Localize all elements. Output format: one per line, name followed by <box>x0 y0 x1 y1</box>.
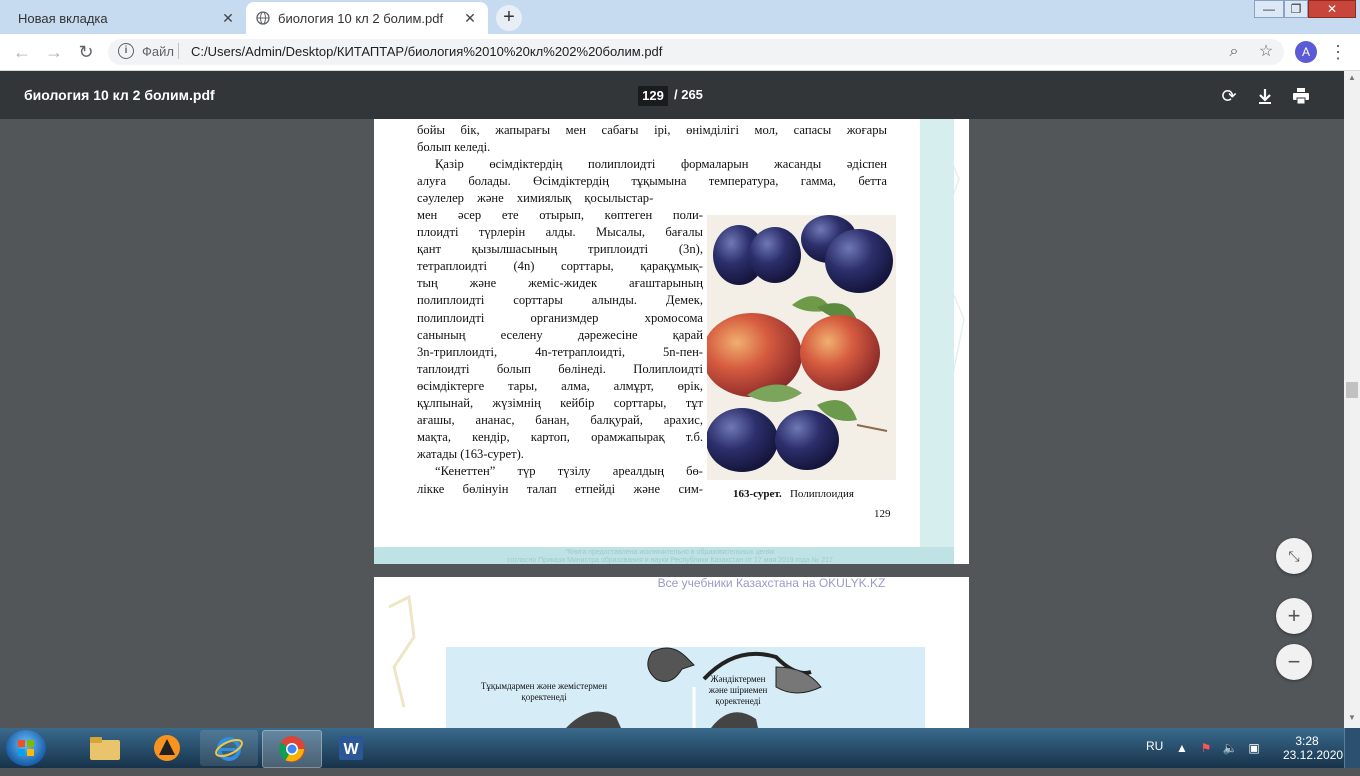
text-line: 3n-триплоидті, 4n-тетраплоидті, 5n-пен- <box>417 344 703 359</box>
text-line: полиплоидті сорттары алынды. Демек, <box>417 293 703 308</box>
text-line: жатады (163-сурет). <box>417 447 524 462</box>
page-total: / 265 <box>674 87 703 102</box>
diagram-label-left: Тұқымдармен және жемістермен қоректенеді <box>474 681 614 703</box>
text-line: “Кенеттен” түр түзілу ареалдың бө- <box>435 464 703 479</box>
text-line: Қазір өсімдіктердің полиплоидті формалар… <box>435 157 887 172</box>
beak-diagram: Тұқымдармен және жемістермен қоректенеді… <box>446 647 925 728</box>
explorer-icon[interactable] <box>76 730 134 766</box>
network-icon[interactable]: ▣ <box>1246 740 1262 756</box>
figure-caption: 163-сурет. Полиплоидия <box>733 488 854 500</box>
menu-kebab-icon[interactable]: ⋮ <box>1326 40 1350 64</box>
info-icon[interactable]: i <box>118 43 134 59</box>
print-icon[interactable] <box>1289 84 1313 108</box>
label-line: қоректенеді <box>715 696 761 706</box>
text-line: таплоидті болып бөлінеді. Полиплоидті <box>417 361 703 376</box>
avast-icon[interactable] <box>138 730 196 766</box>
scrollbar-thumb[interactable] <box>1346 382 1358 398</box>
maximize-button[interactable]: ❐ <box>1284 0 1308 18</box>
okulyk-watermark: Все учебники Казахстана на OKULYK.KZ <box>657 576 886 590</box>
show-desktop-button[interactable] <box>1344 728 1360 768</box>
text-line: полиплоидті организмдер хромосома <box>417 310 703 325</box>
scroll-up-arrow[interactable]: ▲ <box>1346 73 1358 85</box>
language-indicator[interactable]: RU <box>1146 739 1163 753</box>
back-button[interactable]: ← <box>10 40 34 64</box>
scheme-label: Файл <box>142 44 174 59</box>
vertical-scrollbar[interactable] <box>1344 71 1360 728</box>
text-line: болып келеді. <box>417 140 491 155</box>
reload-button[interactable]: ↻ <box>74 40 98 64</box>
text-line: мен әсер ете отырып, көптеген поли- <box>417 208 703 222</box>
clock[interactable]: 3:28 23.12.2020 <box>1283 734 1344 762</box>
tab-label: биология 10 кл 2 болим.pdf <box>278 10 444 26</box>
text-line: тетраплоидті (4n) сорттары, қарақұмық- <box>417 259 703 274</box>
text-line: тың және жеміс-жидек ағаштарының <box>417 276 703 291</box>
clock-time: 3:28 <box>1295 734 1319 748</box>
text-line: қант қызылшасының триплоидті (3n), <box>417 242 703 257</box>
zoom-out-button[interactable]: − <box>1276 644 1312 680</box>
watermark-text: "Книга предоставлена исключительно в обр… <box>390 549 950 565</box>
watermark-line: "Книга предоставлена исключительно в обр… <box>565 549 775 556</box>
text-line: плоидті түрлерін алды. Мысалы, бағалы <box>417 225 703 240</box>
forward-button[interactable]: → <box>42 40 66 64</box>
label-line: қоректенеді <box>521 692 567 702</box>
text-column-top: бойы бік, жапырағы мен сабағы ірі, өнімд… <box>417 122 887 207</box>
text-line: ағашы, ананас, банан, балқурай, арахис, <box>417 413 703 428</box>
chrome-icon[interactable] <box>262 730 322 768</box>
caption-number: 163-сурет. <box>733 488 782 500</box>
text-line: мақта, кендір, картоп, орамжапырақ т.б. <box>417 430 703 445</box>
printed-page-number: 129 <box>874 508 891 520</box>
document-title: биология 10 кл 2 болим.pdf <box>24 87 215 103</box>
page-number-input[interactable]: 129 <box>638 86 668 106</box>
label-line: Тұқымдармен және жемістермен <box>480 681 608 691</box>
volume-icon[interactable]: 🔈 <box>1222 740 1238 756</box>
tray-expand-icon[interactable]: ▲ <box>1174 740 1190 756</box>
caption-text: Полиплоидия <box>789 488 854 500</box>
label-line: Жәндіктермен <box>710 674 766 684</box>
text-line: өсімдіктерге тары, алма, алмұрт, өрік, <box>417 378 703 393</box>
url-text[interactable]: C:/Users/Admin/Desktop/КИТАПТАР/биология… <box>191 44 662 59</box>
avatar[interactable]: A <box>1295 41 1317 63</box>
minimize-button[interactable]: — <box>1254 0 1284 18</box>
text-line: бойы бік, жапырағы мен сабағы ірі, өнімд… <box>417 123 887 137</box>
internet-explorer-icon[interactable] <box>200 730 258 766</box>
tab-new-tab[interactable]: Новая вкладка ✕ <box>8 2 246 34</box>
page-side-decoration <box>920 119 954 564</box>
window-close-button[interactable]: ✕ <box>1308 0 1356 18</box>
flag-icon[interactable]: ⚑ <box>1198 740 1214 756</box>
watermark-line: согласно Приказа Министра образования и … <box>507 557 833 564</box>
close-icon[interactable]: ✕ <box>462 10 478 27</box>
plus-icon: + <box>503 6 515 28</box>
text-line: санының еселену дәрежесіне қарай <box>417 327 703 342</box>
globe-icon <box>256 11 270 25</box>
plum-illustration <box>707 215 896 480</box>
close-icon[interactable]: ✕ <box>220 10 236 27</box>
rotate-icon[interactable]: ⟳ <box>1217 84 1241 108</box>
tab-pdf[interactable]: биология 10 кл 2 болим.pdf ✕ <box>246 2 488 34</box>
zoom-in-button[interactable]: + <box>1276 598 1312 634</box>
new-tab-button[interactable]: + <box>496 5 522 31</box>
text-line: құлпынай, жүзімнің кейбір сорттары, тұт <box>417 396 703 411</box>
clock-date: 23.12.2020 <box>1283 748 1344 762</box>
download-icon[interactable] <box>1253 84 1277 108</box>
word-icon[interactable]: W <box>322 730 380 766</box>
diagram-label-right: Жәндіктермен және шіриемен қоректенеді <box>698 674 778 707</box>
start-button[interactable] <box>6 730 46 766</box>
scroll-down-arrow[interactable]: ▼ <box>1346 713 1358 725</box>
label-line: және шіриемен <box>708 685 768 695</box>
zoom-icon[interactable]: ⌕ <box>1222 40 1246 64</box>
tab-label: Новая вкладка <box>18 10 108 26</box>
bookmark-star-icon[interactable]: ☆ <box>1254 40 1278 64</box>
text-column-narrow: мен әсер ете отырып, көптеген поли- плои… <box>417 207 703 498</box>
text-line: алуға болады. Өсімдіктердің тұқымына тем… <box>417 174 887 189</box>
omnibox-divider <box>178 43 179 59</box>
svg-text:W: W <box>343 741 359 758</box>
fit-page-button[interactable]: ⤡ <box>1276 538 1312 574</box>
text-line: сәулелер және химиялық қосылыстар- <box>417 191 654 206</box>
text-line: лікке бөлінуін талап етпейді және сим- <box>417 481 703 496</box>
